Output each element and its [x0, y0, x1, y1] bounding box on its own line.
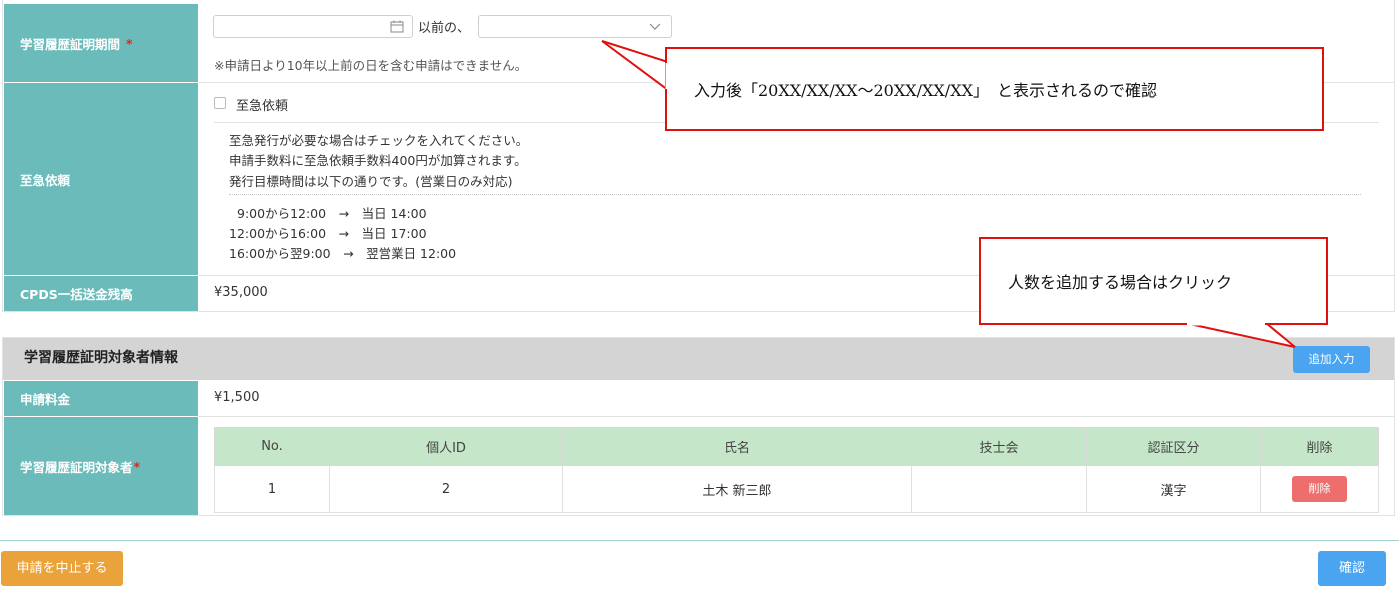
callout-date-check-text: 入力後「20XX/XX/XX～20XX/XX/XX」 と表示されるので確認	[694, 81, 1157, 100]
col-personal-id: 個人ID	[329, 427, 563, 466]
required-mark: *	[133, 458, 141, 474]
section-title: 学習履歴証明対象者情報	[24, 350, 178, 366]
col-auth-type: 認証区分	[1086, 427, 1261, 466]
period-note: ※申請日より10年以上前の日を含む申請はできません。	[214, 58, 528, 73]
schedule-line: 9:00から12:00 → 当日 14:00	[237, 206, 427, 221]
period-between-text: 以前の、	[418, 21, 471, 36]
col-name: 氏名	[562, 427, 912, 466]
fee-label-text: 申請料金	[20, 392, 71, 407]
cell-delete: 削除	[1260, 465, 1379, 513]
col-no: No.	[214, 427, 330, 466]
callout-date-check: 入力後「20XX/XX/XX～20XX/XX/XX」 と表示されるので確認	[665, 47, 1324, 131]
add-entry-button[interactable]: 追加入力	[1293, 346, 1370, 373]
cpds-label: CPDS一括送金残高	[4, 276, 198, 311]
delete-button[interactable]: 削除	[1292, 476, 1347, 502]
urgent-note-line: 至急発行が必要な場合はチェックを入れてください。	[229, 133, 529, 148]
period-select[interactable]	[478, 15, 672, 38]
table-row: 1 2 土木 新三郎 漢字 削除	[214, 465, 1379, 513]
urgent-note-line: 申請手数料に至急依頼手数料400円が加算されます。	[229, 153, 527, 168]
target-label: 学習履歴証明対象者 *	[4, 417, 198, 515]
section-header	[3, 338, 1394, 380]
period-label: 学習履歴証明期間 *	[4, 4, 198, 82]
target-table: No. 個人ID 氏名 技士会 認証区分 削除 1 2 土木 新三郎 漢字 削除	[214, 427, 1379, 513]
period-label-text: 学習履歴証明期間	[20, 36, 121, 52]
cell-no: 1	[214, 465, 330, 513]
schedule-line: 16:00から翌9:00 → 翌営業日 12:00	[229, 246, 457, 261]
footer-divider	[0, 540, 1399, 541]
cpds-label-text: CPDS一括送金残高	[20, 287, 133, 302]
urgent-checkbox-label: 至急依頼	[236, 99, 289, 114]
urgent-note-line: 発行目標時間は以下の通りです。(営業日のみ対応)	[229, 174, 513, 189]
urgent-label: 至急依頼	[4, 83, 198, 275]
cancel-application-button[interactable]: 申請を中止する	[1, 551, 123, 586]
confirm-button[interactable]: 確認	[1318, 551, 1386, 586]
fee-value: ¥1,500	[214, 390, 260, 405]
period-start-date-input[interactable]	[213, 15, 413, 38]
cpds-balance-value: ¥35,000	[214, 285, 268, 300]
schedule-line: 12:00から16:00 → 当日 17:00	[229, 226, 427, 241]
urgent-label-text: 至急依頼	[20, 172, 71, 188]
target-label-text: 学習履歴証明対象者	[20, 459, 133, 475]
calendar-icon[interactable]	[390, 20, 404, 33]
cell-name: 土木 新三郎	[562, 465, 912, 513]
cell-personal-id: 2	[329, 465, 563, 513]
callout-add-people: 人数を追加する場合はクリック	[979, 237, 1328, 325]
divider	[198, 416, 1394, 417]
urgent-checkbox[interactable]	[214, 97, 226, 109]
fee-label: 申請料金	[4, 381, 198, 416]
cell-association	[911, 465, 1087, 513]
dotted-divider	[229, 194, 1361, 195]
chevron-down-icon	[649, 23, 661, 30]
col-delete: 削除	[1260, 427, 1379, 466]
col-association: 技士会	[911, 427, 1087, 466]
required-mark: *	[126, 35, 133, 51]
cell-auth-type: 漢字	[1086, 465, 1261, 513]
table-header-row: No. 個人ID 氏名 技士会 認証区分 削除	[214, 427, 1379, 466]
callout-add-people-text: 人数を追加する場合はクリック	[1008, 273, 1233, 292]
